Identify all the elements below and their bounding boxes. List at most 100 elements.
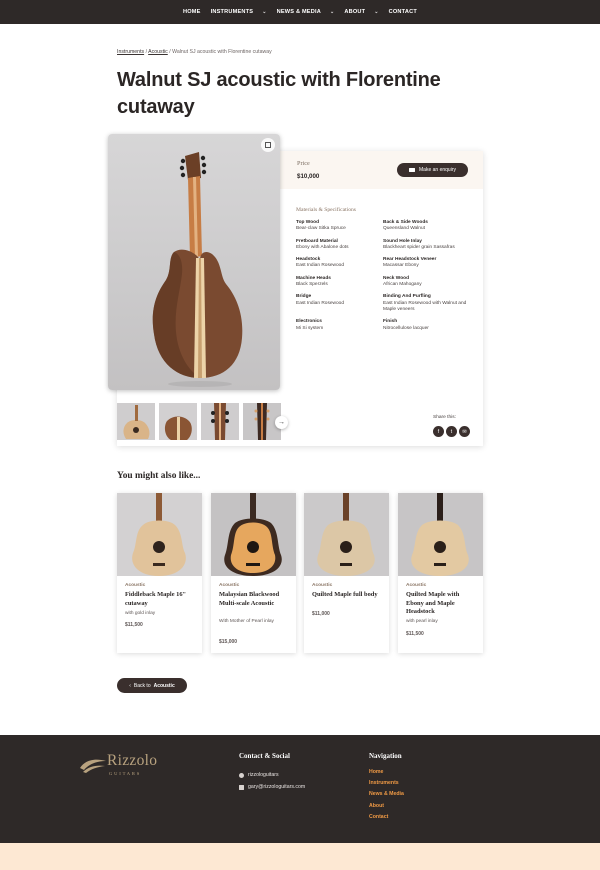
facebook-link[interactable]: rizzologuitars bbox=[239, 772, 279, 778]
share-icons: f t ✉ bbox=[433, 426, 470, 437]
price-value: $10,000 bbox=[297, 173, 320, 180]
spec-item: Top Wood Bear-claw Sitka Spruce bbox=[296, 220, 383, 233]
footer-link-news-media[interactable]: News & Media bbox=[369, 791, 404, 797]
spec-item: Headstock East Indian Rosewood bbox=[296, 257, 383, 270]
breadcrumb-acoustic[interactable]: Acoustic bbox=[148, 49, 168, 55]
spec-item: Finish Nitrocellulose lacquer bbox=[383, 319, 476, 332]
footer: Rizzolo GUITARS Contact & Social rizzolo… bbox=[0, 735, 600, 843]
spec-value: East Indian Rosewood with Walnut and Map… bbox=[383, 300, 467, 312]
price-label: Price bbox=[297, 160, 310, 167]
nav-about[interactable]: ABOUT ⌄ bbox=[344, 9, 378, 15]
related-product-image bbox=[211, 493, 296, 576]
guitar-back-image bbox=[152, 152, 243, 387]
nav-contact-label: CONTACT bbox=[388, 9, 417, 15]
breadcrumb-separator: / bbox=[169, 49, 171, 55]
guitar-thumbnail-image bbox=[159, 403, 197, 440]
thumbnail-strip bbox=[117, 403, 281, 440]
spec-value: Macassar Ebony bbox=[383, 263, 419, 269]
related-price: $11,500 bbox=[406, 631, 424, 637]
email-address: gary@rizzologuitars.com bbox=[248, 784, 306, 790]
spec-item: Bridge East Indian Rosewood bbox=[296, 294, 383, 313]
spec-item: Neck Wood African Mahogany bbox=[383, 276, 476, 289]
breadcrumb-instruments[interactable]: Instruments bbox=[117, 49, 144, 55]
chevron-left-icon: ‹ bbox=[129, 682, 131, 689]
email-icon[interactable]: ✉ bbox=[459, 426, 470, 437]
thumbnail[interactable] bbox=[159, 403, 197, 440]
nav-news-media[interactable]: NEWS & MEDIA ⌄ bbox=[277, 9, 335, 15]
back-to-category-button[interactable]: ‹ Back to Acoustic bbox=[117, 678, 187, 693]
breadcrumb-separator: / bbox=[145, 49, 148, 55]
related-heading: You might also like... bbox=[117, 471, 201, 481]
spec-item: Electronics Mi Si system bbox=[296, 319, 383, 332]
related-product-card[interactable]: Acoustic Fiddleback Maple 16" cutaway wi… bbox=[117, 493, 202, 653]
footer-link-contact[interactable]: Contact bbox=[369, 814, 388, 820]
nav-contact[interactable]: CONTACT bbox=[389, 9, 417, 15]
guitar-thumbnail-image bbox=[201, 403, 239, 440]
nav-home-label: HOME bbox=[183, 9, 201, 15]
logo-wordmark: Rizzolo bbox=[107, 752, 158, 769]
make-enquiry-button[interactable]: Make an enquiry bbox=[397, 163, 468, 177]
spec-item: Sound Hole Inlay Blackheart spider grain … bbox=[383, 239, 476, 252]
specs-grid: Top Wood Bear-claw Sitka Spruce Back & Si… bbox=[296, 220, 476, 332]
spec-value: Bear-claw Sitka Spruce bbox=[296, 226, 346, 232]
twitter-icon[interactable]: t bbox=[446, 426, 457, 437]
footer-link-instruments[interactable]: Instruments bbox=[369, 780, 399, 786]
breadcrumb-current: Walnut SJ acoustic with Florentine cutaw… bbox=[172, 49, 272, 55]
navigation-heading: Navigation bbox=[369, 752, 402, 760]
top-navigation: HOME INSTRUMENTS ⌄ NEWS & MEDIA ⌄ ABOUT ⌄ C… bbox=[0, 0, 600, 24]
thumbnail-next-button[interactable]: → bbox=[275, 416, 288, 429]
related-category: Acoustic bbox=[125, 583, 146, 588]
related-product-card[interactable]: Acoustic Malaysian Blackwood Multi-scale… bbox=[211, 493, 296, 653]
spec-item: Back & Side Woods Queensland Walnut bbox=[383, 220, 476, 233]
breadcrumb: Instruments / Acoustic / Walnut SJ acous… bbox=[117, 49, 272, 55]
expand-icon bbox=[265, 142, 271, 148]
nav-instruments[interactable]: INSTRUMENTS ⌄ bbox=[211, 9, 267, 15]
spec-value: Nitrocellulose lacquer bbox=[383, 325, 429, 331]
facebook-handle: rizzologuitars bbox=[248, 772, 279, 778]
thumbnail[interactable] bbox=[201, 403, 239, 440]
spec-value: Ebony with Abalone dots bbox=[296, 244, 349, 250]
chevron-down-icon: ⌄ bbox=[329, 9, 335, 15]
spec-value: Mi Si system bbox=[296, 325, 324, 331]
footer-link-about[interactable]: About bbox=[369, 803, 384, 809]
back-prefix: Back to bbox=[133, 682, 151, 689]
related-name: Quilted Maple with Ebony and Maple Heads… bbox=[406, 591, 460, 616]
related-price: $11,000 bbox=[312, 611, 330, 617]
product-main-image[interactable] bbox=[108, 134, 280, 390]
related-category: Acoustic bbox=[312, 583, 333, 588]
chevron-down-icon: ⌄ bbox=[262, 9, 267, 15]
related-category: Acoustic bbox=[219, 583, 240, 588]
related-product-card[interactable]: Acoustic Quilted Maple with Ebony and Ma… bbox=[398, 493, 483, 653]
fullscreen-button[interactable] bbox=[261, 138, 275, 152]
facebook-icon bbox=[239, 772, 244, 778]
site-logo[interactable]: Rizzolo GUITARS bbox=[79, 752, 157, 779]
envelope-icon bbox=[239, 784, 244, 790]
guitar-front-image bbox=[211, 493, 296, 576]
related-price: $15,000 bbox=[219, 639, 238, 645]
back-target: Acoustic bbox=[153, 682, 175, 689]
related-price: $11,500 bbox=[125, 622, 143, 628]
email-link[interactable]: gary@rizzologuitars.com bbox=[239, 784, 305, 790]
make-enquiry-label: Make an enquiry bbox=[419, 167, 456, 173]
guitar-thumbnail-image bbox=[117, 403, 155, 440]
nav-news-media-label: NEWS & MEDIA bbox=[276, 9, 321, 15]
spec-value: East Indian Rosewood bbox=[296, 263, 344, 269]
related-product-card[interactable]: Acoustic Quilted Maple full body $11,000 bbox=[304, 493, 389, 653]
spec-item: Machine Heads Black Sperzels bbox=[296, 276, 383, 289]
facebook-icon[interactable]: f bbox=[433, 426, 444, 437]
nav-about-label: ABOUT bbox=[344, 9, 366, 15]
share-label: Share this: bbox=[433, 415, 456, 420]
price-band: Price $10,000 Make an enquiry bbox=[280, 151, 483, 189]
related-product-image bbox=[117, 493, 202, 576]
spec-value: Queensland Walnut bbox=[383, 226, 425, 232]
related-category: Acoustic bbox=[406, 583, 427, 588]
footer-link-home[interactable]: Home bbox=[369, 769, 383, 775]
nav-home[interactable]: HOME bbox=[183, 9, 201, 15]
related-subtitle: with gold inlay bbox=[125, 611, 156, 616]
thumbnail[interactable] bbox=[117, 403, 155, 440]
spec-value: East Indian Rosewood bbox=[296, 300, 344, 306]
contact-heading: Contact & Social bbox=[239, 752, 290, 760]
bottom-band bbox=[0, 843, 600, 870]
arrow-right-icon: → bbox=[278, 419, 285, 426]
logo-swoosh-icon bbox=[80, 759, 106, 773]
